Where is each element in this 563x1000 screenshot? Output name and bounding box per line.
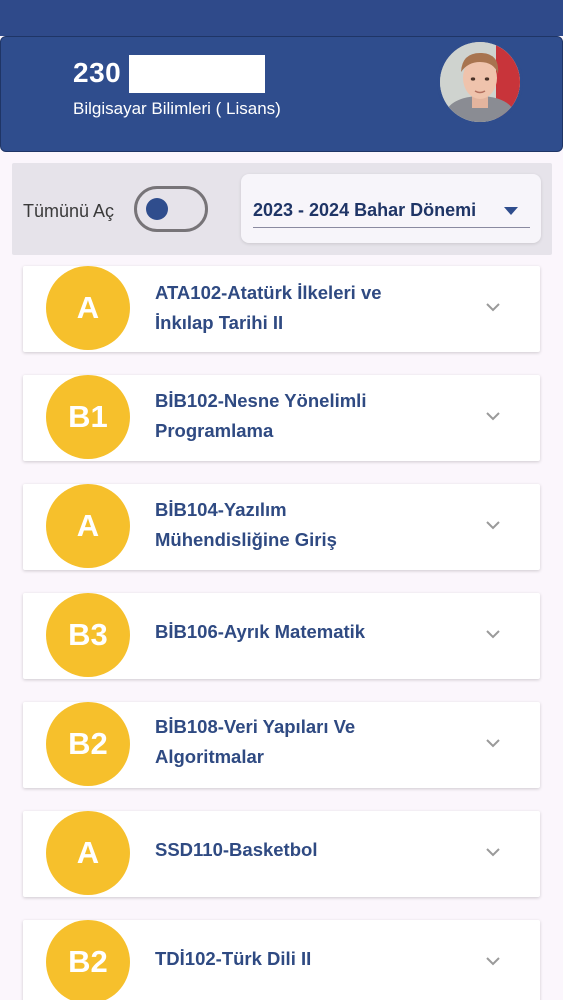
chevron-down-icon[interactable] <box>486 627 500 641</box>
redacted-id-mask <box>129 55 265 93</box>
course-name: TDİ102-Türk Dili II <box>155 948 312 969</box>
term-dropdown[interactable]: 2023 - 2024 Bahar Dönemi <box>241 174 541 243</box>
course-name: BİB108-Veri Yapıları Ve Algoritmalar <box>155 716 356 767</box>
course-name: ATA102-Atatürk İlkeleri ve İnkılap Tarih… <box>155 282 382 333</box>
grade-badge: A <box>46 266 130 350</box>
caret-down-icon <box>504 207 518 215</box>
course-card[interactable]: A SSD110-Basketbol <box>23 811 540 897</box>
grade-badge: A <box>46 811 130 895</box>
filter-bar: Tümünü Aç 2023 - 2024 Bahar Dönemi <box>12 163 552 255</box>
grade-badge: B1 <box>46 375 130 459</box>
course-name: BİB102-Nesne Yönelimli Programlama <box>155 390 367 441</box>
course-card[interactable]: A BİB104-Yazılım Mühendisliğine Giriş <box>23 484 540 570</box>
avatar[interactable] <box>437 39 523 125</box>
student-id: 230 <box>73 57 122 88</box>
course-card[interactable]: B2 TDİ102-Türk Dili II <box>23 920 540 1000</box>
chevron-down-icon[interactable] <box>486 845 500 859</box>
avatar-photo <box>440 42 520 122</box>
chevron-down-icon[interactable] <box>486 409 500 423</box>
chevron-down-icon[interactable] <box>486 518 500 532</box>
toggle-knob <box>146 198 168 220</box>
course-card[interactable]: B2 BİB108-Veri Yapıları Ve Algoritmalar <box>23 702 540 788</box>
course-name: SSD110-Basketbol <box>155 839 318 860</box>
chevron-down-icon[interactable] <box>486 954 500 968</box>
grade-badge: B2 <box>46 920 130 1000</box>
grade-badge: B3 <box>46 593 130 677</box>
chevron-down-icon[interactable] <box>486 300 500 314</box>
student-header: 230 Bilgisayar Bilimleri ( Lisans) <box>0 36 563 152</box>
course-card[interactable]: B1 BİB102-Nesne Yönelimli Programlama <box>23 375 540 461</box>
course-card[interactable]: B3 BİB106-Ayrık Matematik <box>23 593 540 679</box>
course-name: BİB104-Yazılım Mühendisliğine Giriş <box>155 499 337 550</box>
status-bar <box>0 0 563 36</box>
expand-all-label: Tümünü Aç <box>23 201 115 221</box>
grade-badge: B2 <box>46 702 130 786</box>
term-selected-value: 2023 - 2024 Bahar Dönemi <box>253 200 477 220</box>
department-label: Bilgisayar Bilimleri ( Lisans) <box>73 99 281 118</box>
course-card[interactable]: A ATA102-Atatürk İlkeleri ve İnkılap Tar… <box>23 266 540 352</box>
grade-badge: A <box>46 484 130 568</box>
chevron-down-icon[interactable] <box>486 736 500 750</box>
course-name: BİB106-Ayrık Matematik <box>155 621 366 642</box>
term-underline <box>253 227 530 228</box>
expand-all-toggle[interactable] <box>134 186 208 232</box>
